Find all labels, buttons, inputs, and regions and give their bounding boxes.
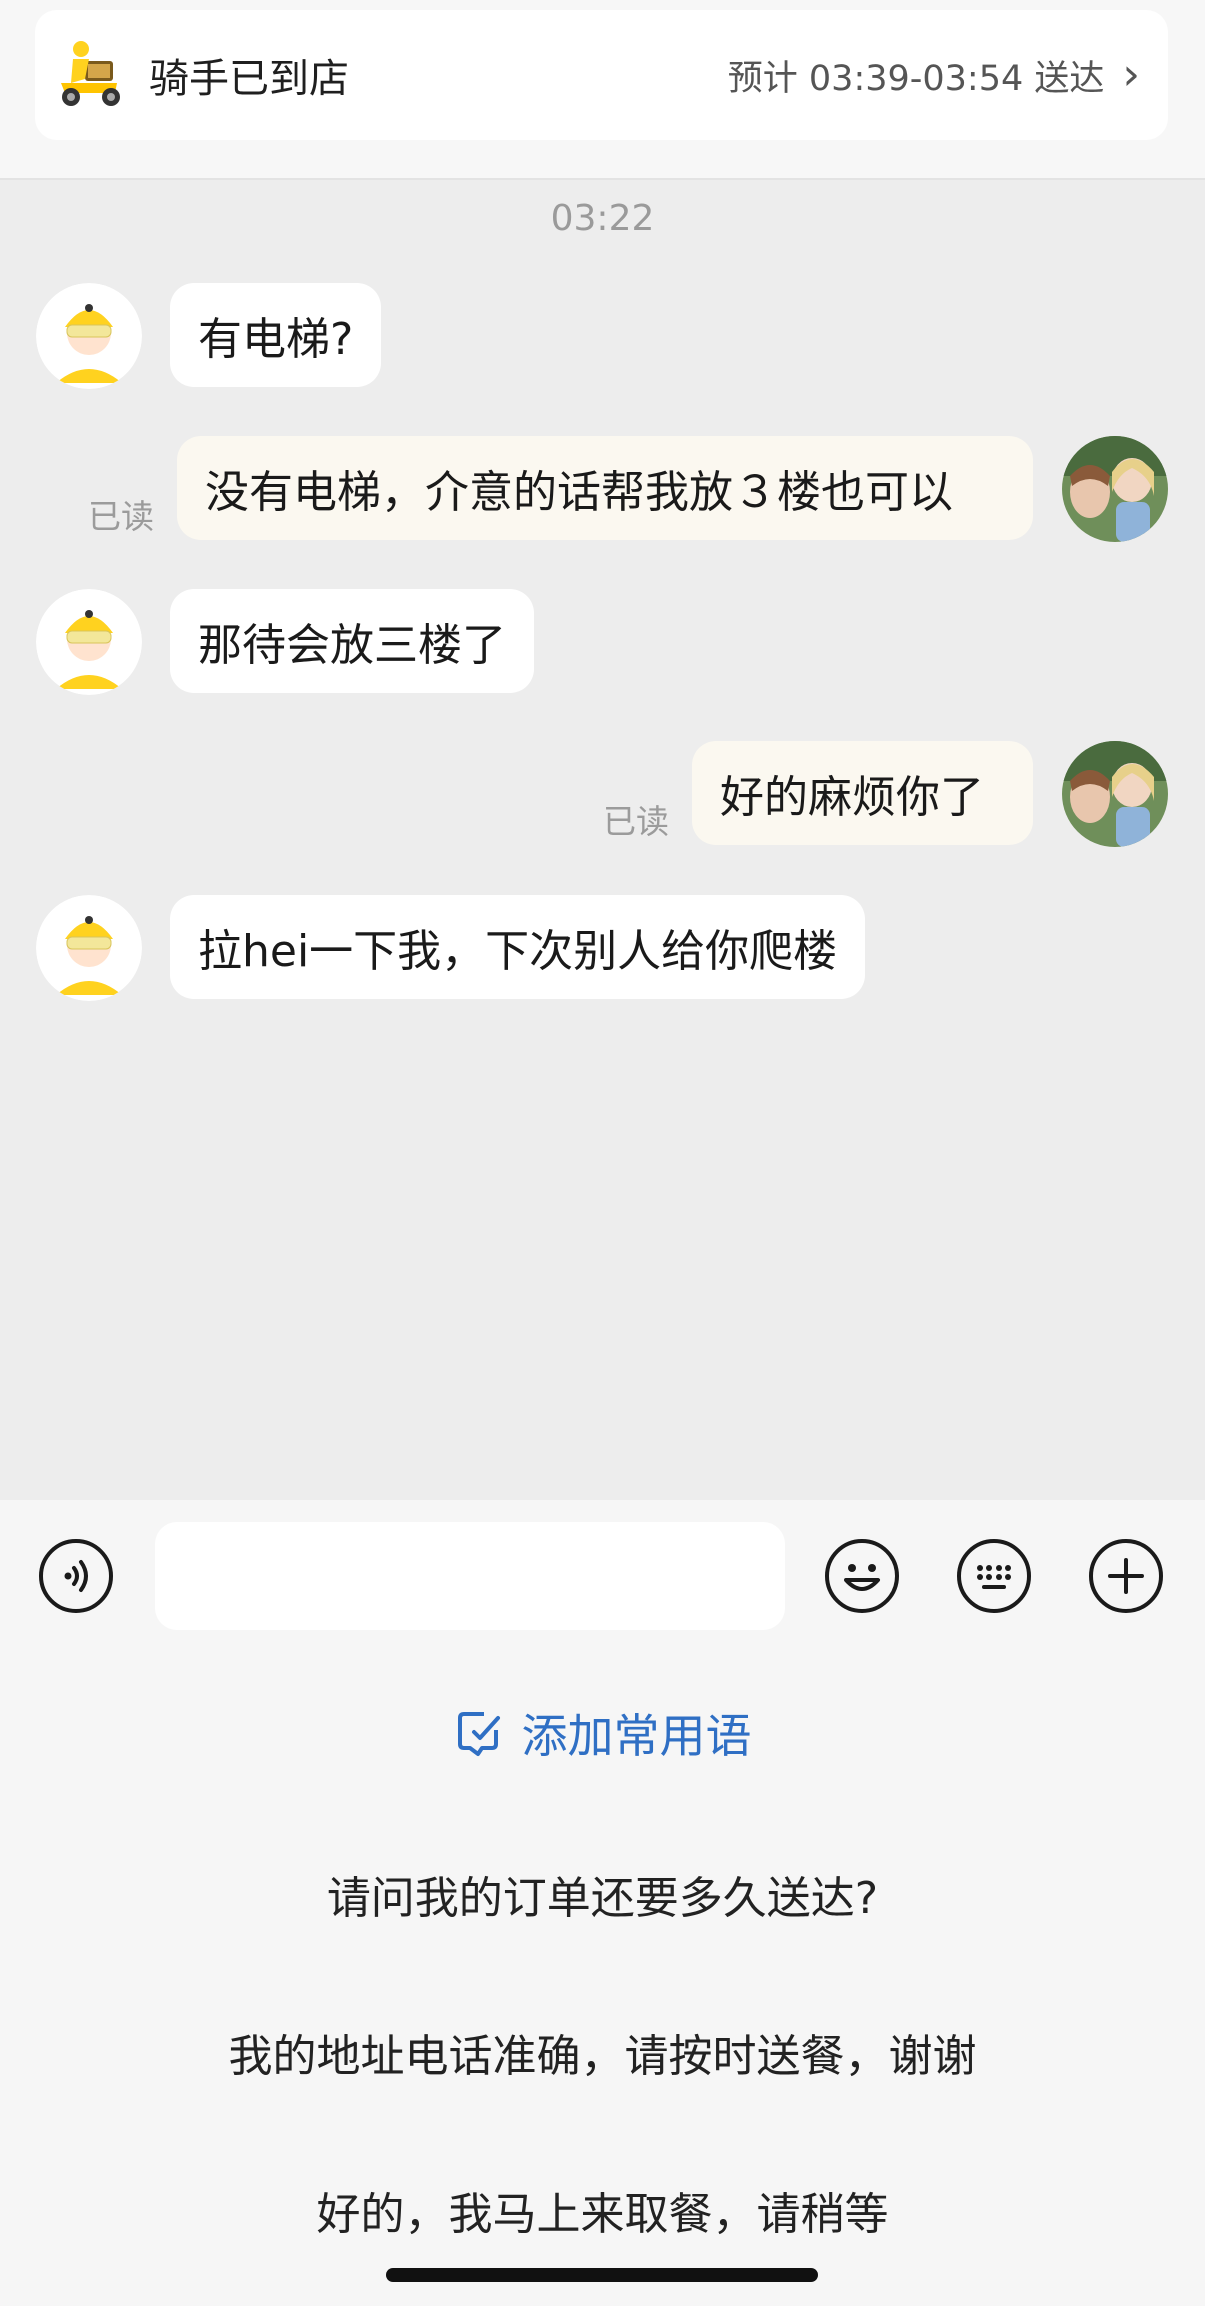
message-bubble: 拉hei一下我，下次别人给你爬楼 <box>170 895 866 999</box>
voice-icon[interactable] <box>38 1538 114 1614</box>
message-bubble: 那待会放三楼了 <box>170 589 534 693</box>
read-receipt: 已读 <box>603 802 669 841</box>
rider-avatar-icon <box>36 895 142 1001</box>
status-title: 骑手已到店 <box>149 56 349 102</box>
message-bubble: 没有电梯，介意的话帮我放３楼也可以 <box>177 436 1033 540</box>
message-text: 那待会放三楼了 <box>198 620 506 671</box>
rider-scooter-icon <box>61 41 120 106</box>
rider-avatar[interactable] <box>36 283 142 389</box>
plus-icon[interactable] <box>1088 1538 1164 1614</box>
add-common-phrase-button[interactable]: 添加常用语 <box>0 1700 1205 1766</box>
rider-avatar[interactable] <box>36 895 142 1001</box>
message-input[interactable] <box>155 1522 785 1630</box>
message-bubble: 好的麻烦你了 <box>692 741 1033 845</box>
user-avatar[interactable] <box>1062 741 1168 847</box>
quick-reply-item[interactable]: 请问我的订单还要多久送达? <box>0 1862 1205 1926</box>
edit-icon <box>457 1712 500 1756</box>
message-text: 有电梯? <box>198 314 354 365</box>
emoji-icon[interactable] <box>824 1538 900 1614</box>
quick-reply-item[interactable]: 我的地址电话准确，请按时送餐，谢谢 <box>0 2020 1205 2084</box>
read-receipt: 已读 <box>88 497 154 536</box>
rider-avatar[interactable] <box>36 589 142 695</box>
keyboard-icon[interactable] <box>956 1538 1032 1614</box>
chat-timestamp: 03:22 <box>550 198 655 239</box>
order-status-card[interactable]: 骑手已到店 预计 03:39-03:54 送达 › <box>35 10 1168 140</box>
user-photo <box>1062 436 1168 542</box>
chevron-right-icon: › <box>1122 49 1140 100</box>
message-bubble: 有电梯? <box>170 283 382 387</box>
quick-reply-item[interactable]: 好的，我马上来取餐，请稍等 <box>0 2178 1205 2242</box>
home-indicator[interactable] <box>386 2268 818 2282</box>
add-phrase-label: 添加常用语 <box>521 1709 752 1763</box>
message-text: 拉hei一下我，下次别人给你爬楼 <box>198 926 838 977</box>
rider-avatar-icon <box>36 589 142 695</box>
user-avatar[interactable] <box>1062 436 1168 542</box>
message-text: 好的麻烦你了 <box>720 772 984 823</box>
user-photo <box>1062 741 1168 847</box>
rider-avatar-icon <box>36 283 142 389</box>
message-text: 没有电梯，介意的话帮我放３楼也可以 <box>205 467 953 518</box>
eta-text: 预计 03:39-03:54 送达 <box>727 58 1105 99</box>
